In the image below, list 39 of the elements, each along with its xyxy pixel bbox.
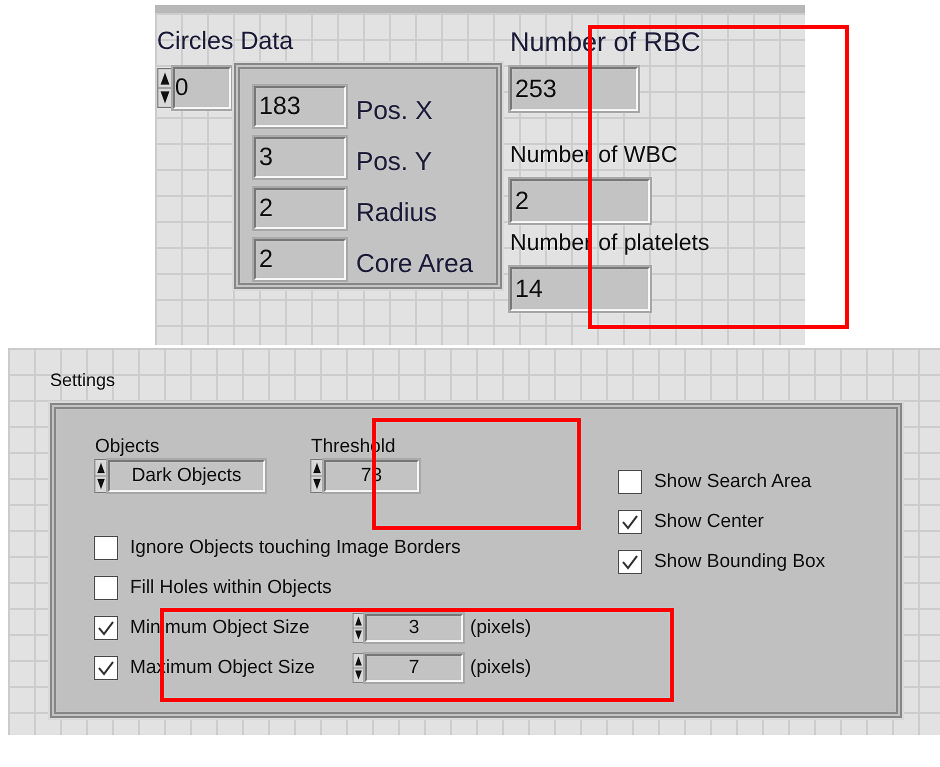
checkbox-label: Show Search Area <box>654 471 812 493</box>
numeric-field[interactable]: 3 <box>254 137 346 178</box>
checkbox[interactable] <box>94 536 118 560</box>
checkbox[interactable] <box>94 576 118 600</box>
spinner-arrows[interactable] <box>157 68 173 108</box>
numeric-field[interactable]: 2 <box>254 239 346 280</box>
count-indicator: 253 <box>510 67 638 111</box>
checkbox-label: Fill Holes within Objects <box>130 577 332 599</box>
cluster-label: Circles Data <box>157 27 294 57</box>
size-field[interactable]: 3 <box>365 614 463 642</box>
size-field[interactable]: 7 <box>365 654 463 682</box>
field-label: Core Area <box>356 247 474 279</box>
unit-label: (pixels) <box>470 657 532 679</box>
checkbox-label: Ignore Objects touching Image Borders <box>130 537 461 559</box>
indicator-label: Number of WBC <box>510 141 678 169</box>
checkbox[interactable] <box>94 656 118 680</box>
field-label: Pos. X <box>356 94 434 126</box>
objects-selector[interactable]: Dark Objects <box>108 460 265 492</box>
count-indicator: 14 <box>510 267 650 311</box>
checkbox[interactable] <box>618 550 642 574</box>
checkbox[interactable] <box>618 510 642 534</box>
checkbox-label: Show Bounding Box <box>654 551 826 573</box>
spinner-arrows[interactable] <box>310 459 324 493</box>
checkbox[interactable] <box>618 470 642 494</box>
array-index-field[interactable]: 0 <box>173 67 231 109</box>
control-label: Objects <box>94 435 160 459</box>
unit-label: (pixels) <box>470 617 532 639</box>
spinner-arrows[interactable] <box>352 613 365 643</box>
field-label: Radius <box>356 196 438 228</box>
checkbox-label: Show Center <box>654 511 764 533</box>
numeric-field[interactable]: 183 <box>254 86 346 127</box>
field-label: Pos. Y <box>356 145 434 177</box>
spinner-arrows[interactable] <box>352 653 365 683</box>
indicator-label: Number of platelets <box>510 229 710 257</box>
spinner-arrows[interactable] <box>94 459 108 493</box>
numeric-field[interactable]: 2 <box>254 188 346 229</box>
count-indicator: 2 <box>510 179 650 223</box>
panel-title: Settings <box>50 370 116 392</box>
checkbox[interactable] <box>94 616 118 640</box>
